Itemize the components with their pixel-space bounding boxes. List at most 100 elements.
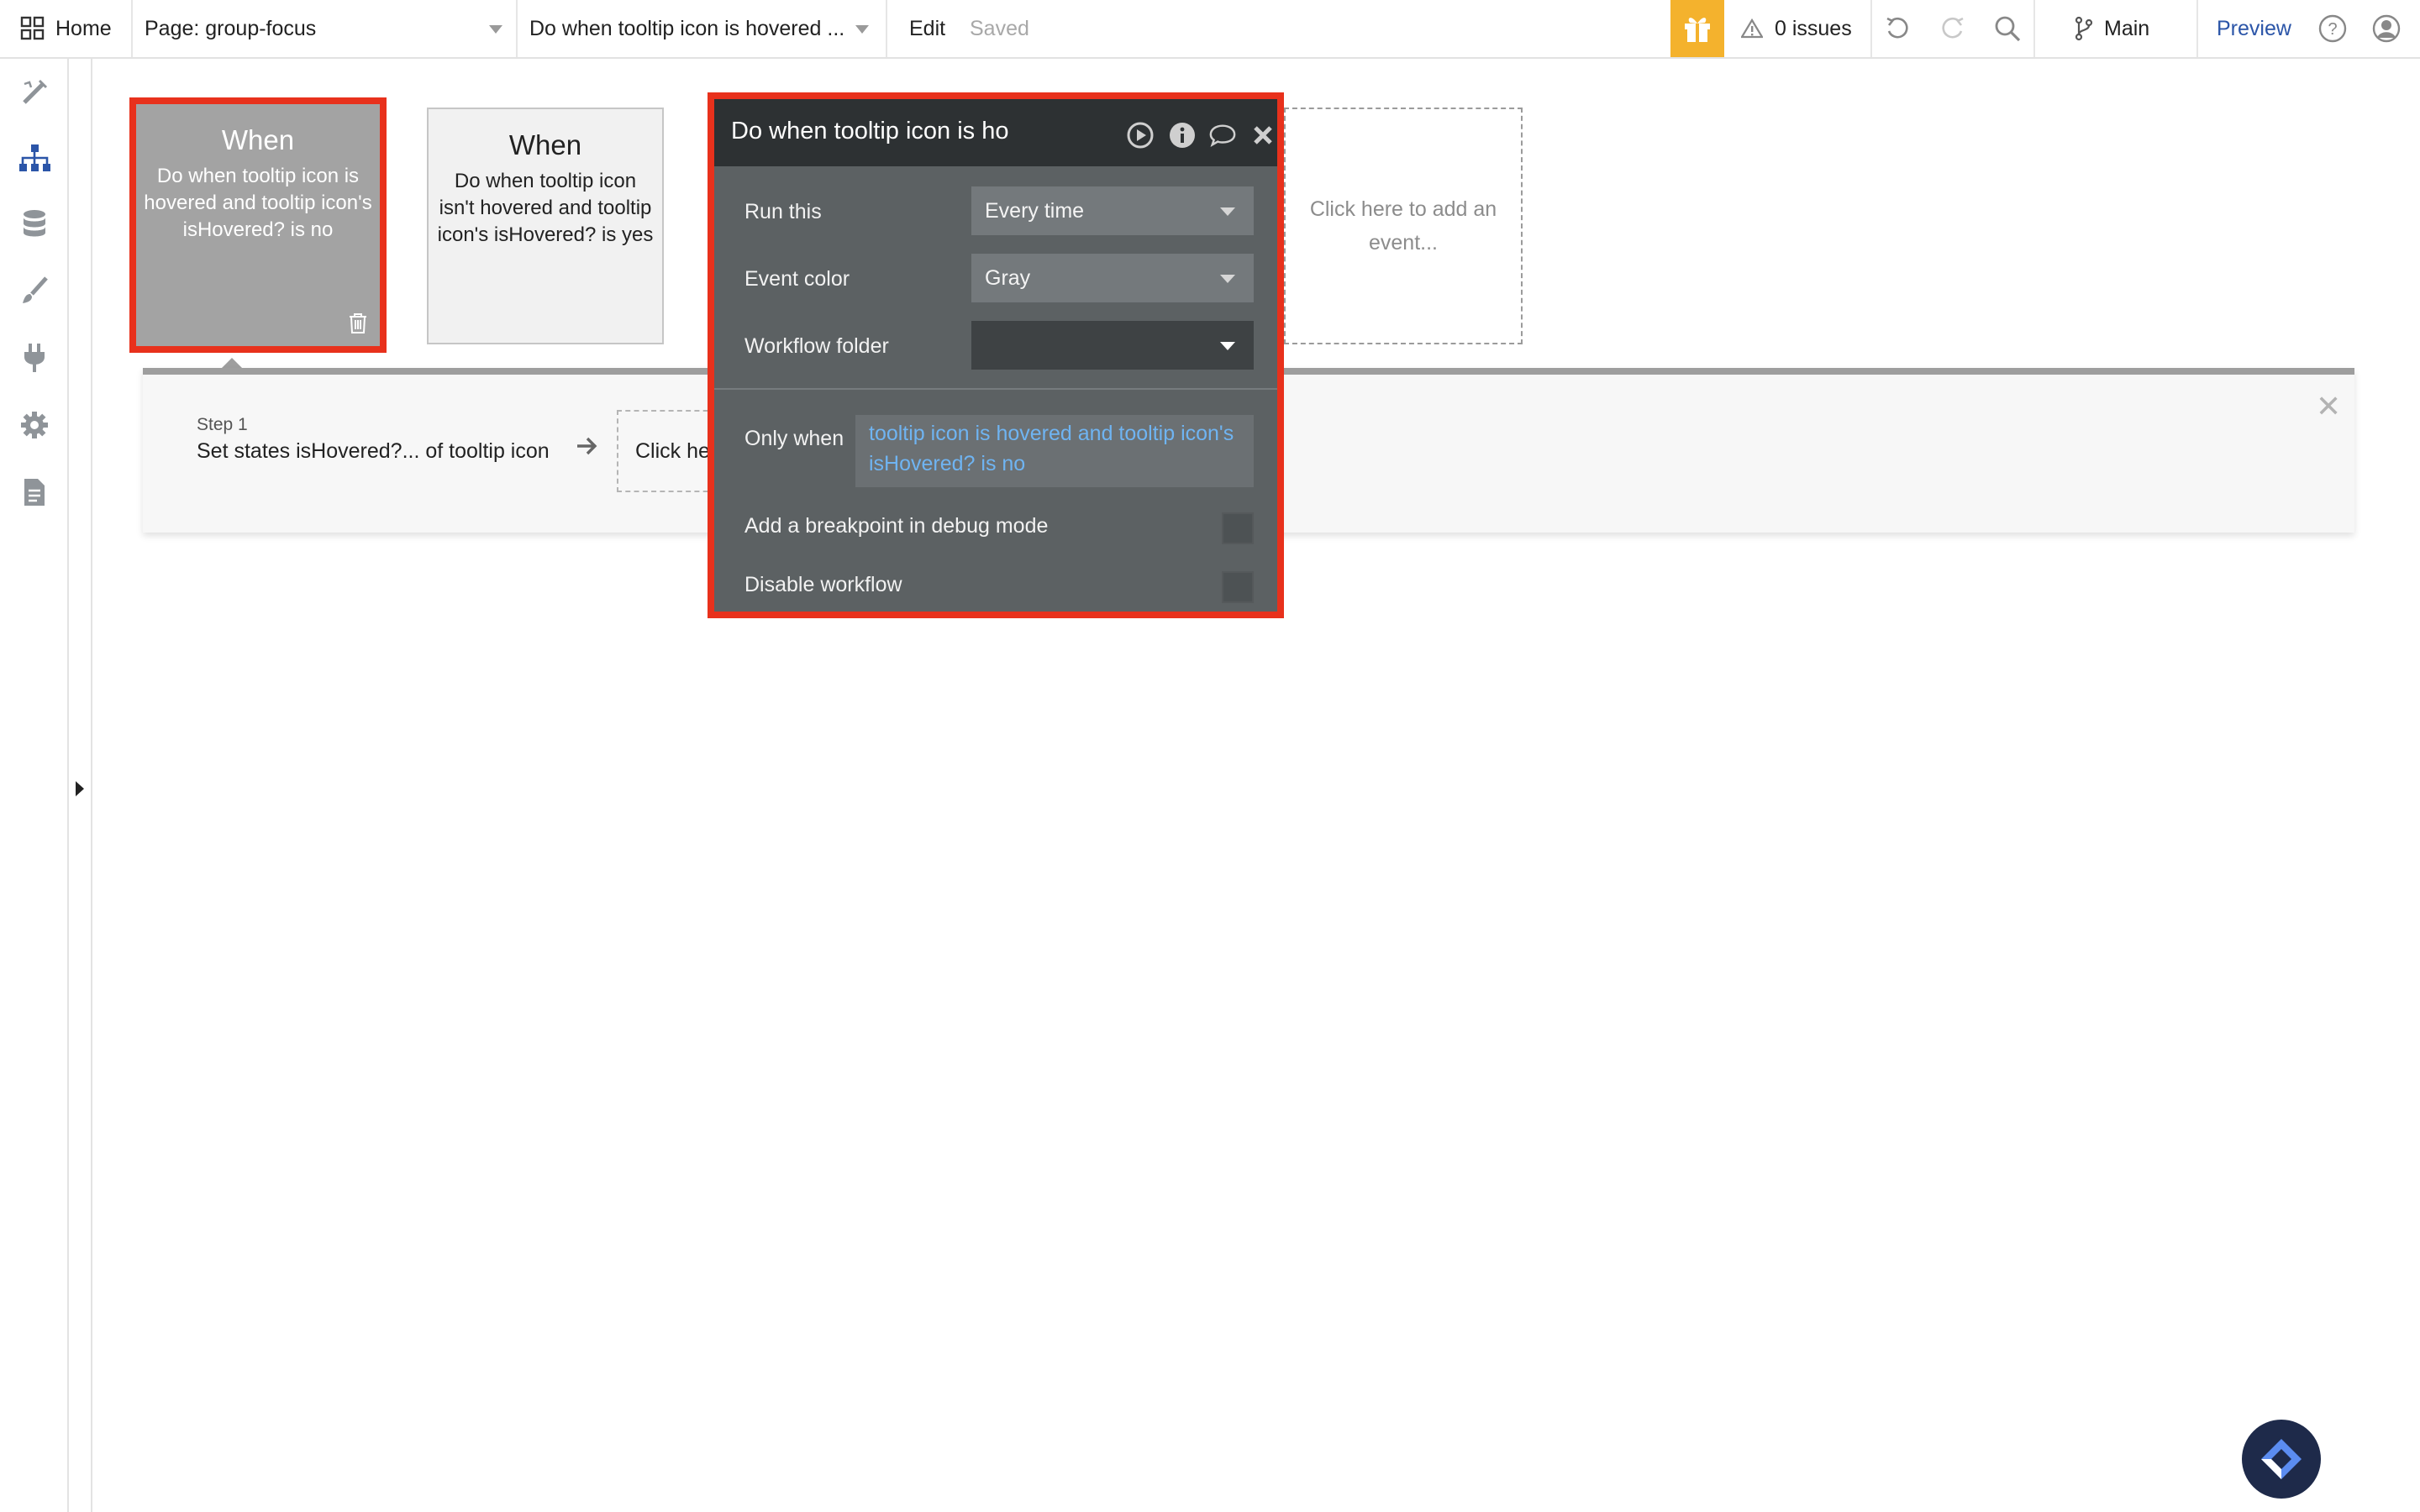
editor-body: Run this Every time Event color Gray Wor… <box>714 166 1277 612</box>
user-icon <box>2372 14 2401 43</box>
step-number: Step 1 <box>197 415 248 434</box>
home-button[interactable]: Home <box>20 0 112 57</box>
workflow-icon <box>19 144 50 171</box>
workflow-tab[interactable] <box>18 141 51 175</box>
settings-tab[interactable] <box>18 408 51 442</box>
save-status: Saved <box>970 0 1029 57</box>
run-this-dropdown[interactable]: Every time <box>971 186 1254 235</box>
divider <box>886 0 887 57</box>
arrow-right-icon <box>577 437 597 455</box>
play-icon <box>1127 122 1154 149</box>
preview-button[interactable]: Preview <box>2217 0 2291 57</box>
divider <box>131 0 133 57</box>
logs-tab[interactable] <box>18 475 51 509</box>
redo-button[interactable] <box>1938 0 1966 57</box>
undo-button[interactable] <box>1884 0 1912 57</box>
close-icon <box>1254 126 1272 144</box>
workflow-selector[interactable]: Do when tooltip icon is hovered ... <box>529 0 869 57</box>
branch-icon <box>2075 16 2093 41</box>
chevron-down-icon <box>489 25 502 34</box>
event-card-selected[interactable]: When Do when tooltip icon is hovered and… <box>129 97 387 353</box>
close-steps-icon[interactable]: ✕ <box>2316 391 2341 422</box>
edit-menu[interactable]: Edit <box>909 0 945 57</box>
issues-label: 0 issues <box>1775 16 1852 40</box>
event-card-title: When <box>508 129 582 160</box>
comment-button[interactable] <box>1208 121 1237 150</box>
left-sidebar <box>0 59 69 1512</box>
branch-selector[interactable]: Main <box>2074 0 2149 57</box>
event-card-description: Do when tooltip icon is hovered and tool… <box>144 165 372 241</box>
document-icon <box>24 479 45 506</box>
run-this-label: Run this <box>744 200 822 223</box>
selection-pointer <box>222 358 242 368</box>
event-card[interactable]: When Do when tooltip icon isn't hovered … <box>427 108 664 344</box>
save-status-label: Saved <box>970 16 1029 40</box>
event-color-dropdown[interactable]: Gray <box>971 254 1254 302</box>
chat-logo-icon <box>2261 1439 2302 1479</box>
info-button[interactable] <box>1168 121 1197 150</box>
design-icon <box>23 79 48 104</box>
run-this-value: Every time <box>985 198 1085 223</box>
divider <box>516 0 518 57</box>
event-card-title: When <box>221 124 295 155</box>
plugins-tab[interactable] <box>18 341 51 375</box>
styles-tab[interactable] <box>18 274 51 307</box>
workflow-selector-label: Do when tooltip icon is hovered ... <box>529 16 845 40</box>
redo-icon <box>1942 17 1964 39</box>
support-chat-button[interactable] <box>2242 1420 2321 1499</box>
account-button[interactable] <box>2371 0 2402 57</box>
divider <box>1870 0 1872 57</box>
search-button[interactable] <box>1993 0 2022 57</box>
workflow-folder-dropdown[interactable] <box>971 321 1254 370</box>
step-action-name[interactable]: Set states isHovered?... of tooltip icon <box>197 439 550 464</box>
database-icon <box>24 210 45 237</box>
only-when-condition[interactable]: tooltip icon is hovered and tooltip icon… <box>855 415 1254 487</box>
issues-button[interactable]: 0 issues <box>1741 0 1852 57</box>
editor-title[interactable]: Do when tooltip icon is hovered <box>731 118 1008 145</box>
add-event-button[interactable]: Click here to add an event... <box>1284 108 1523 344</box>
editor-header[interactable]: Do when tooltip icon is hovered <box>714 99 1277 166</box>
home-label: Home <box>55 16 112 40</box>
top-bar: Home Page: group-focus Do when tooltip i… <box>0 0 2420 59</box>
warning-icon <box>1741 18 1763 39</box>
brush-icon <box>23 276 48 303</box>
grid-icon <box>20 16 45 40</box>
search-icon <box>1995 16 2021 42</box>
close-editor-button[interactable] <box>1249 121 1277 150</box>
divider <box>2033 0 2035 57</box>
undo-icon <box>1886 17 1908 39</box>
help-button[interactable]: ? <box>2317 0 2348 57</box>
breakpoint-checkbox[interactable] <box>1222 512 1254 544</box>
page-selector[interactable]: Page: group-focus <box>145 0 506 57</box>
page-selector-label: Page: group-focus <box>145 16 317 40</box>
comment-icon <box>1209 124 1236 147</box>
info-icon <box>1170 123 1195 148</box>
branch-label: Main <box>2104 16 2150 40</box>
run-button[interactable] <box>1126 121 1155 150</box>
chevron-down-icon <box>855 25 869 34</box>
trash-icon[interactable] <box>348 312 368 334</box>
plug-icon <box>24 344 45 372</box>
event-color-label: Event color <box>744 267 850 291</box>
disable-workflow-checkbox[interactable] <box>1222 571 1254 603</box>
add-event-label: Click here to add an event... <box>1309 197 1497 255</box>
event-color-value: Gray <box>985 265 1031 290</box>
chevron-down-icon <box>1220 207 1235 216</box>
preview-label: Preview <box>2217 16 2291 40</box>
event-card-description: Do when tooltip icon isn't hovered and t… <box>437 170 654 246</box>
gift-button[interactable] <box>1670 0 1724 57</box>
gift-icon <box>1685 18 1710 42</box>
divider <box>714 388 1277 390</box>
chevron-down-icon <box>1220 342 1235 350</box>
edit-label: Edit <box>909 16 946 40</box>
chevron-down-icon <box>1220 275 1235 283</box>
expand-panel-icon[interactable] <box>76 781 84 796</box>
breakpoint-label: Add a breakpoint in debug mode <box>744 514 1049 538</box>
only-when-label: Only when <box>744 427 844 450</box>
property-editor: Do when tooltip icon is hovered <box>708 92 1284 618</box>
data-tab[interactable] <box>18 207 51 240</box>
divider <box>2196 0 2198 57</box>
gear-icon <box>21 412 48 438</box>
design-tab[interactable] <box>18 76 51 109</box>
help-icon: ? <box>2318 14 2347 43</box>
